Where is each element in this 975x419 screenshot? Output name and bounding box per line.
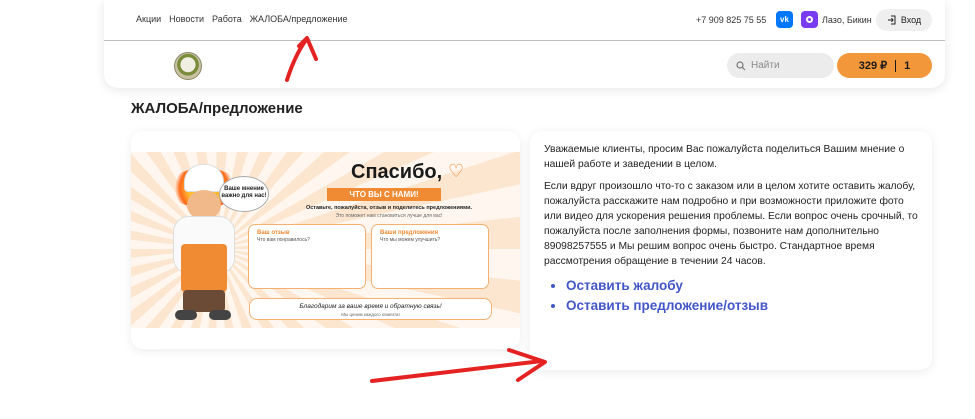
banner-card: Ваше мнение важно для нас! Спасибо, ♡ ЧТ…: [131, 131, 520, 349]
cart-total: 329 ₽: [858, 60, 888, 72]
phone-link[interactable]: +7 909 825 75 55: [696, 15, 766, 25]
banner-subtitle-2: Это поможет нам становиться лучше для ва…: [335, 213, 443, 219]
top-bar: Акции Новости Работа ЖАЛОБА/предложение …: [104, 0, 945, 41]
banner-footer-text: Благодарим за ваше время и обратную связ…: [299, 303, 442, 310]
vk-icon[interactable]: vk: [776, 11, 793, 28]
cart-divider: [895, 59, 897, 72]
banner-thanks: Спасибо,: [351, 161, 443, 183]
suggestions-box-question: Что мы можем улучшить?: [380, 237, 441, 243]
banner-footer-sub: Мы ценим каждого клиента!: [341, 312, 400, 317]
intro-paragraph: Уважаемые клиенты, просим Вас пожалуйста…: [544, 144, 905, 170]
complaint-link[interactable]: Оставить жалобу: [566, 278, 683, 293]
annotation-arrow-bottom: [370, 348, 547, 383]
review-box: Ваш отзыв Что вам понравилось?: [248, 224, 366, 289]
city-selector[interactable]: Лазо, Бикин: [822, 15, 872, 25]
search-icon: [736, 60, 746, 70]
info-card: Уважаемые клиенты, просим Вас пожалуйста…: [530, 131, 932, 370]
social-icon[interactable]: [801, 11, 818, 28]
login-button[interactable]: Вход: [876, 9, 932, 31]
site-header: Акции Новости Работа ЖАЛОБА/предложение …: [104, 0, 945, 88]
nav-link-jobs[interactable]: Работа: [212, 14, 242, 24]
search-input[interactable]: Найти: [727, 53, 834, 78]
feedback-banner-image: Ваше мнение важно для нас! Спасибо, ♡ ЧТ…: [131, 152, 520, 328]
nav-link-news[interactable]: Новости: [169, 14, 204, 24]
cart-button[interactable]: 329 ₽ 1: [837, 53, 932, 78]
review-box-question: Что вам понравилось?: [257, 237, 310, 243]
nav-link-complaint[interactable]: ЖАЛОБА/предложение: [250, 14, 348, 24]
details-paragraph: Если вдруг произошло что-то с заказом ил…: [544, 181, 918, 267]
speech-bubble: Ваше мнение важно для нас!: [219, 176, 269, 212]
logo[interactable]: [174, 52, 202, 80]
banner-subtitle: Оставьте, пожалуйста, отзыв и поделитесь…: [305, 205, 473, 211]
search-placeholder: Найти: [751, 60, 780, 71]
page-title: ЖАЛОБА/предложение: [131, 100, 303, 117]
banner-footer: Благодарим за ваше время и обратную связ…: [249, 298, 492, 320]
top-nav: Акции Новости Работа ЖАЛОБА/предложение: [136, 14, 348, 24]
suggestions-box-title: Ваши предложения: [380, 230, 439, 236]
suggestion-link[interactable]: Оставить предложение/отзыв: [566, 298, 768, 313]
login-label: Вход: [900, 15, 922, 25]
login-icon: [887, 15, 896, 25]
list-item: Оставить жалобу: [566, 276, 918, 296]
banner-ribbon: ЧТО ВЫ С НАМИ!: [327, 188, 441, 201]
heart-icon: ♡: [448, 161, 465, 181]
review-box-title: Ваш отзыв: [257, 230, 290, 236]
suggestions-box: Ваши предложения Что мы можем улучшить?: [371, 224, 489, 289]
cart-count: 1: [904, 59, 911, 72]
nav-link-promotions[interactable]: Акции: [136, 14, 161, 24]
list-item: Оставить предложение/отзыв: [566, 296, 918, 316]
action-links: Оставить жалобу Оставить предложение/отз…: [566, 276, 918, 316]
